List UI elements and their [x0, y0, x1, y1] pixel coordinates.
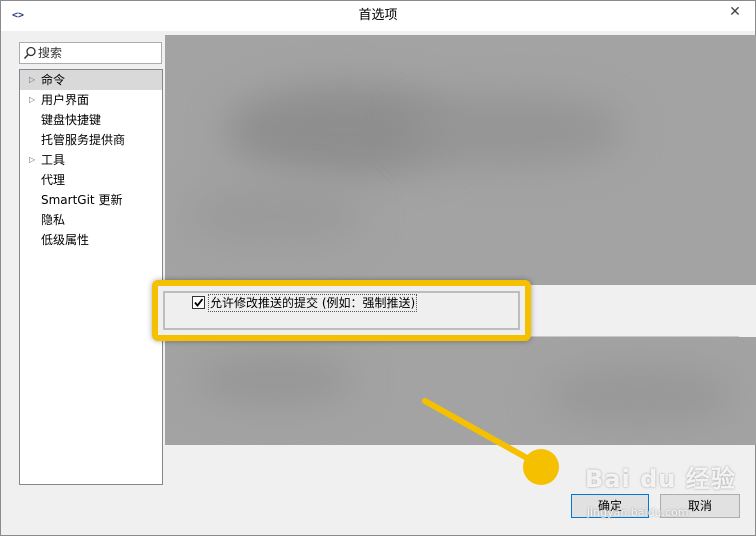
allow-modify-pushed-commits-checkbox[interactable] [192, 296, 205, 309]
tree-item-label: 键盘快捷键 [41, 113, 102, 127]
highlight-frame: 允许修改推送的提交 (例如：强制推送) [152, 280, 531, 341]
close-button[interactable]: ✕ [719, 2, 751, 22]
tree-item-label: 用户界面 [41, 93, 90, 107]
tree-item[interactable]: ▷ 用户界面 [20, 90, 162, 110]
tree-item[interactable]: 低级属性 [20, 230, 162, 250]
search-placeholder: 搜索 [38, 46, 63, 60]
annotation-dot-icon [523, 449, 559, 485]
search-input[interactable]: 搜索 [19, 42, 162, 64]
tree-item[interactable]: 代理 [20, 170, 162, 190]
tree-item[interactable]: 键盘快捷键 [20, 110, 162, 130]
title-bar: <> 首选项 ✕ [1, 1, 755, 31]
tree-item-label: SmartGit 更新 [41, 193, 123, 207]
preferences-dialog: <> 首选项 ✕ 搜索 ▷ 命令 ▷ 用户界面键盘快捷键托管服务提供商 ▷ 工具代理 Sma… [0, 0, 756, 536]
expand-arrow-icon[interactable]: ▷ [29, 90, 35, 110]
tree-item-label: 低级属性 [41, 233, 90, 247]
expand-arrow-icon[interactable]: ▷ [29, 70, 35, 90]
tree-item[interactable]: 隐私 [20, 210, 162, 230]
preferences-tree: ▷ 命令 ▷ 用户界面键盘快捷键托管服务提供商 ▷ 工具代理 SmartGit 更新 隐私低级… [19, 69, 163, 485]
window-title: 首选项 [358, 8, 398, 23]
tree-item-label: 代理 [41, 173, 66, 187]
tree-item-label: 隐私 [41, 213, 66, 227]
tree-item-label: 工具 [41, 153, 66, 167]
tree-item-label: 命令 [41, 73, 66, 87]
tree-item[interactable]: 托管服务提供商 [20, 130, 162, 150]
blurred-settings-panel [165, 35, 756, 445]
tree-item[interactable]: ▷ 工具 [20, 150, 162, 170]
checkmark-icon [194, 298, 204, 307]
tree-item-label: 托管服务提供商 [41, 133, 126, 147]
baidu-watermark: Bai du 经验 [585, 465, 736, 493]
search-icon [23, 46, 36, 60]
expand-arrow-icon[interactable]: ▷ [29, 150, 35, 170]
allow-modify-pushed-commits-label[interactable]: 允许修改推送的提交 (例如：强制推送) [208, 294, 418, 312]
baidu-watermark-url: jingyan.baidu.com [587, 506, 689, 519]
tree-item[interactable]: SmartGit 更新 [20, 190, 162, 210]
tree-item[interactable]: ▷ 命令 [20, 70, 162, 90]
